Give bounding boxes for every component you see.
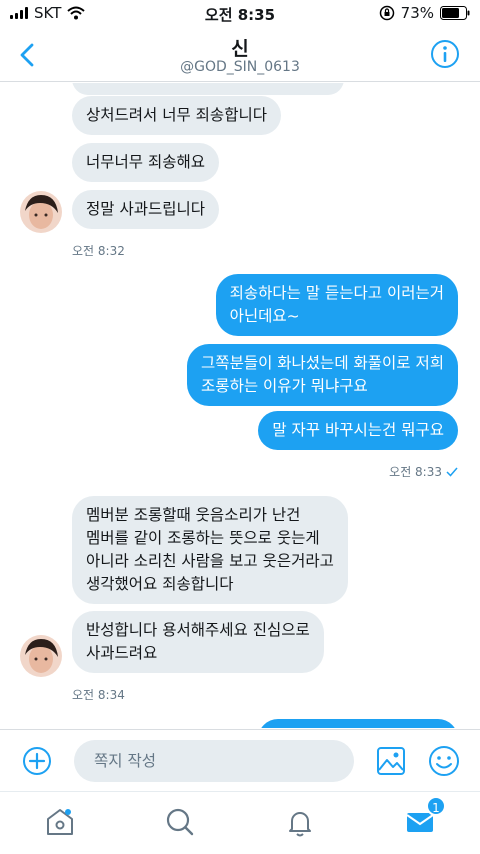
message-bubble: 정말 사과드립니다 — [72, 190, 220, 229]
message-timestamp: 오전 8:33 — [389, 463, 458, 480]
avatar-image — [20, 635, 62, 677]
read-check-icon — [446, 467, 458, 477]
emoji-icon[interactable] — [428, 745, 460, 777]
tab-bar: 1 — [0, 791, 480, 854]
message-bubble-partial — [258, 719, 458, 728]
message-bubble: 그쪽분들이 화나셨는데 화풀이로 저희 조롱하는 이유가 뭐냐구요 — [187, 344, 458, 406]
add-icon[interactable] — [22, 746, 52, 776]
conversation-header: 신 @GOD_SIN_0613 — [0, 28, 480, 82]
avatar[interactable] — [20, 191, 62, 233]
status-bar: SKT 오전 8:35 73% — [0, 0, 480, 28]
unread-badge: 1 — [426, 796, 446, 816]
battery-icon — [440, 6, 470, 20]
home-icon[interactable] — [44, 806, 76, 838]
message-input[interactable] — [74, 740, 354, 782]
conversation-title: 신 — [231, 38, 249, 60]
info-icon[interactable] — [430, 39, 460, 69]
message-bubble: 멤버분 조롱할때 웃음소리가 난건 멤버를 같이 조롱하는 뜻으로 웃는게 아니… — [72, 496, 348, 604]
message-thread[interactable]: 상처드려서 너무 죄송합니다 너무너무 죄송해요 정말 사과드립니다 오전 8:… — [0, 83, 480, 728]
avatar[interactable] — [20, 635, 62, 677]
battery-percent: 73% — [400, 4, 434, 22]
message-bubble: 죄송하다는 말 듣는다고 이러는거 아닌데요~ — [215, 274, 458, 336]
tab-messages[interactable]: 1 — [404, 796, 446, 838]
message-timestamp: 오전 8:32 — [72, 244, 125, 258]
message-bubble: 반성합니다 용서해주세요 진심으로 사과드려요 — [72, 611, 324, 673]
message-timestamp: 오전 8:34 — [72, 688, 125, 702]
composer-bar — [0, 729, 480, 791]
image-icon[interactable] — [376, 745, 406, 777]
orientation-lock-icon — [379, 5, 394, 21]
message-bubble: 너무너무 죄송해요 — [72, 143, 220, 182]
avatar-image — [20, 191, 62, 233]
notifications-icon[interactable] — [284, 806, 316, 838]
message-bubble: 말 자꾸 바꾸시는건 뭐구요 — [258, 411, 458, 450]
conversation-handle: @GOD_SIN_0613 — [180, 59, 300, 75]
message-bubble-partial — [72, 83, 344, 95]
message-bubble: 상처드려서 너무 죄송합니다 — [72, 96, 281, 135]
search-icon[interactable] — [164, 806, 196, 838]
